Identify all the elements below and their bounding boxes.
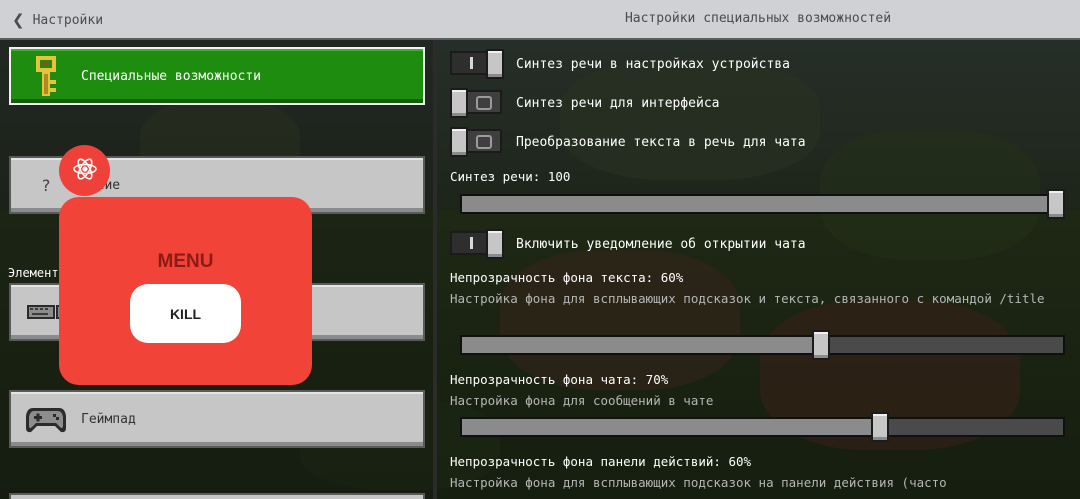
speech-slider-title: Синтез речи: 100 bbox=[450, 169, 571, 184]
hotbar-bg-slider-description: Настройка фона для всплывающих подсказок… bbox=[450, 475, 947, 490]
text-bg-slider-description: Настройка фона для всплывающих подсказок… bbox=[450, 291, 1045, 306]
toggle-row: Синтез речи в настройках устройства bbox=[450, 49, 790, 79]
top-bar: ❮ Настройки Настройки специальных возмож… bbox=[0, 0, 1080, 40]
overlay-menu: MENU KILL bbox=[59, 197, 312, 385]
sidebar-item-partial[interactable] bbox=[9, 493, 425, 499]
chat-notify-toggle[interactable] bbox=[450, 229, 506, 259]
toggle-label: Преобразование текста в речь для чата bbox=[516, 134, 806, 150]
sidebar-item-gamepad[interactable]: Геймпад bbox=[9, 390, 425, 448]
sidebar-item-accessibility[interactable]: Специальные возможности bbox=[9, 47, 425, 105]
toggle-row: Преобразование текста в речь для чата bbox=[450, 127, 806, 157]
chat-bg-slider-title: Непрозрачность фона чата: 70% bbox=[450, 372, 669, 387]
device-tts-toggle[interactable] bbox=[450, 49, 506, 79]
kill-button[interactable]: KILL bbox=[130, 284, 241, 343]
toggle-label: Синтез речи в настройках устройства bbox=[516, 56, 790, 72]
chat-bg-slider-description: Настройка фона для сообщений в чате bbox=[450, 393, 714, 408]
toggle-row: Включить уведомление об открытии чата bbox=[450, 229, 806, 259]
sidebar-item-label: Геймпад bbox=[81, 411, 136, 427]
hotbar-bg-slider-title: Непрозрачность фона панели действий: 60% bbox=[450, 454, 752, 469]
page-title: Настройки специальных возможностей bbox=[624, 11, 892, 26]
back-label: Настройки bbox=[32, 12, 104, 28]
text-bg-slider-title: Непрозрачность фона текста: 60% bbox=[450, 270, 684, 285]
ui-tts-toggle[interactable] bbox=[450, 88, 506, 118]
toggle-row: Синтез речи для интерфейса bbox=[450, 88, 720, 118]
back-button[interactable]: ❮ Настройки bbox=[12, 6, 103, 34]
toggle-label: Синтез речи для интерфейса bbox=[516, 95, 720, 111]
key-icon bbox=[11, 56, 81, 96]
menu-title: MENU bbox=[157, 251, 214, 272]
chat-bg-slider[interactable] bbox=[460, 412, 1065, 442]
sidebar-item-label: Специальные возможности bbox=[81, 68, 262, 84]
atom-icon bbox=[72, 156, 98, 186]
floating-menu-button[interactable] bbox=[59, 145, 110, 196]
toggle-label: Включить уведомление об открытии чата bbox=[516, 236, 806, 252]
chat-tts-toggle[interactable] bbox=[450, 127, 506, 157]
gamepad-icon bbox=[11, 404, 81, 434]
text-bg-slider[interactable] bbox=[460, 330, 1065, 360]
section-label: Элемент bbox=[8, 266, 59, 280]
speech-slider[interactable] bbox=[460, 189, 1065, 219]
chevron-left-icon: ❮ bbox=[12, 11, 25, 29]
